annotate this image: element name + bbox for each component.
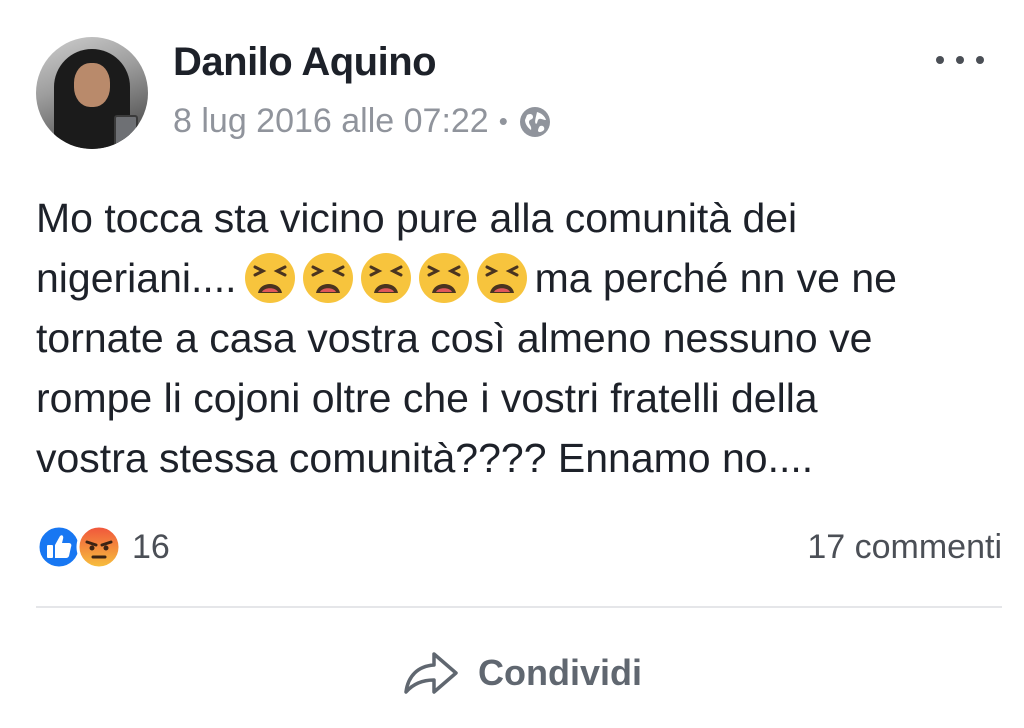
post-text-line: vostra stessa comunità???? Ennamo no.... bbox=[36, 435, 814, 481]
post-text-line: nigeriani.... ma perché nn ve ne bbox=[36, 248, 996, 308]
tired-face-emoji-icon bbox=[360, 253, 411, 303]
author-avatar[interactable] bbox=[36, 37, 148, 149]
share-label: Condividi bbox=[478, 652, 642, 693]
globe-icon bbox=[519, 106, 550, 137]
tired-face-emoji-icon bbox=[244, 253, 295, 303]
tired-face-emoji-group bbox=[243, 251, 529, 305]
tired-face-emoji-icon bbox=[418, 253, 469, 303]
facebook-post: Danilo Aquino 8 lug 2016 alle 07:22 • Mo… bbox=[0, 0, 1024, 728]
post-text: Mo tocca sta vicino pure alla comunità d… bbox=[36, 188, 996, 488]
tired-face-emoji-icon bbox=[302, 253, 353, 303]
divider bbox=[36, 606, 1002, 608]
post-text-segment: ma perché nn ve ne bbox=[534, 255, 897, 301]
avatar-face bbox=[74, 63, 110, 107]
more-dot bbox=[976, 56, 984, 64]
post-text-segment: nigeriani.... bbox=[36, 255, 237, 301]
share-button[interactable]: Condividi bbox=[402, 646, 642, 700]
post-text-line: tornate a casa vostra così almeno nessun… bbox=[36, 315, 873, 361]
more-dot bbox=[936, 56, 944, 64]
author-name[interactable]: Danilo Aquino bbox=[173, 40, 437, 85]
avatar-phone bbox=[114, 115, 138, 149]
reaction-count: 16 bbox=[132, 527, 170, 566]
more-options-icon[interactable] bbox=[936, 50, 984, 70]
post-timestamp[interactable]: 8 lug 2016 alle 07:22 bbox=[173, 102, 489, 141]
meta-separator: • bbox=[498, 106, 508, 136]
post-text-line: rompe li cojoni oltre che i vostri frate… bbox=[36, 375, 818, 421]
comments-count-link[interactable]: 17 commenti bbox=[807, 528, 1002, 567]
reactions-summary[interactable]: 16 bbox=[36, 524, 170, 570]
angry-icon bbox=[76, 524, 122, 570]
share-icon bbox=[404, 652, 458, 694]
post-meta: 8 lug 2016 alle 07:22 • bbox=[173, 102, 552, 141]
post-text-line: Mo tocca sta vicino pure alla comunità d… bbox=[36, 195, 798, 241]
tired-face-emoji-icon bbox=[476, 253, 527, 303]
more-dot bbox=[956, 56, 964, 64]
